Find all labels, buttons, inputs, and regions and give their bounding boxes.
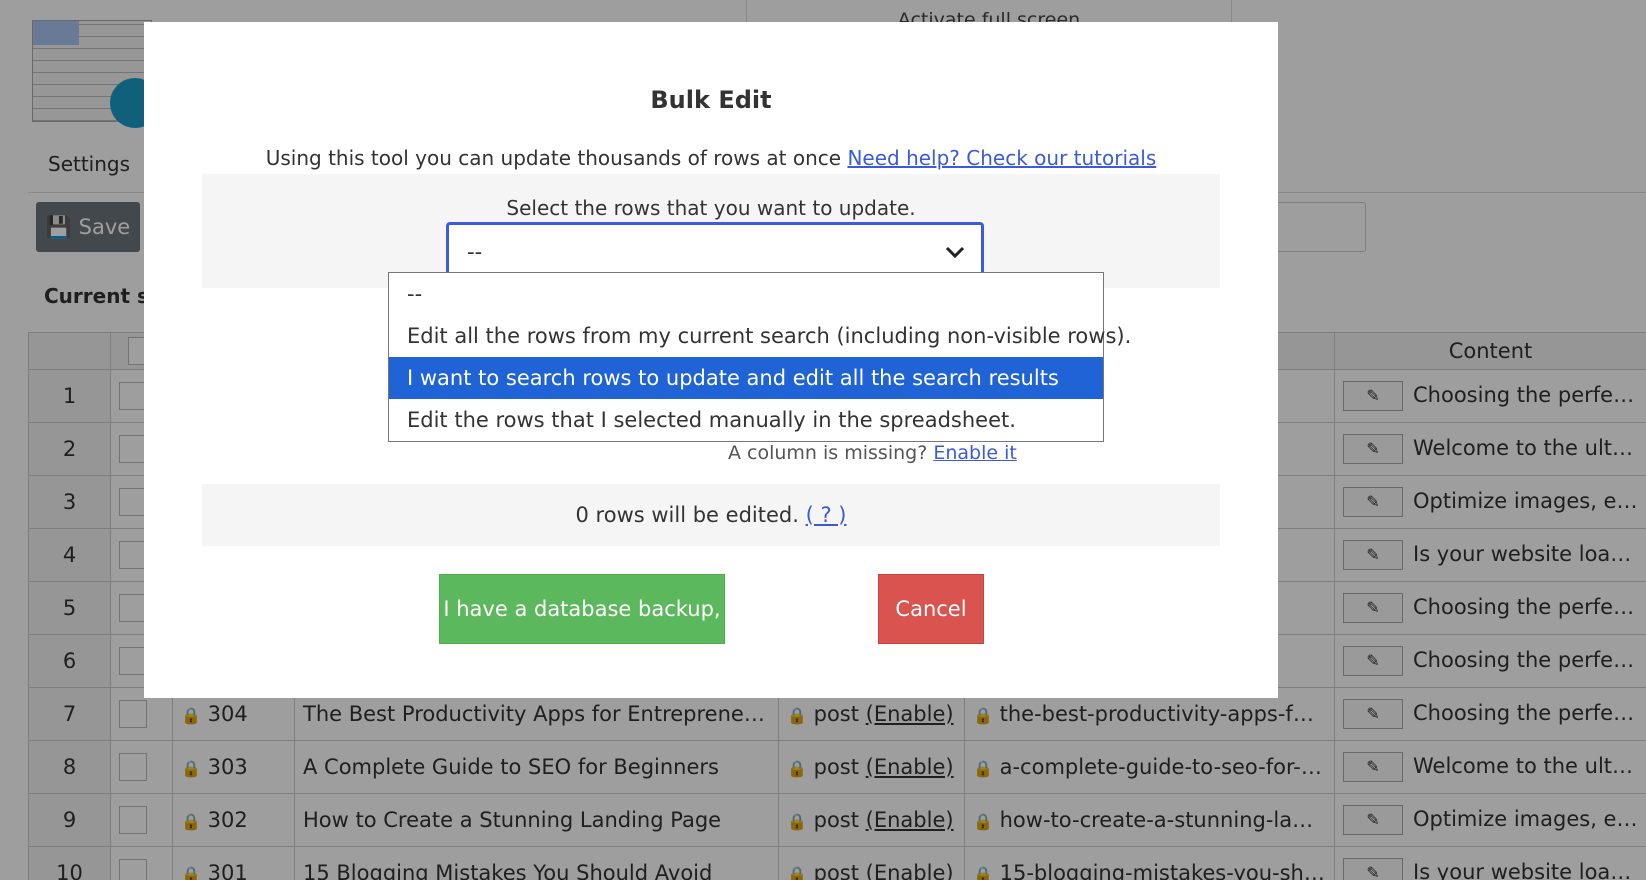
missing-column-note: A column is missing? Enable it <box>728 442 1017 464</box>
missing-column-text: A column is missing? <box>728 442 928 464</box>
description-text: Using this tool you can update thousands… <box>265 146 842 170</box>
row-selection-label: Select the rows that you want to update. <box>506 196 916 220</box>
dropdown-option[interactable]: Edit all the rows from my current search… <box>389 315 1131 357</box>
dropdown-option[interactable]: I want to search rows to update and edit… <box>389 357 1103 399</box>
rows-count-panel: 0 rows will be edited. ( ? ) <box>202 484 1220 546</box>
row-selection-value: -- <box>467 240 483 264</box>
cancel-button[interactable]: Cancel <box>878 574 984 644</box>
execute-now-button[interactable]: I have a database backup, Execute Now <box>439 574 725 689</box>
rows-count-help-link[interactable]: ( ? ) <box>806 503 847 527</box>
modal-description: Using this tool you can update thousands… <box>144 146 1278 170</box>
enable-column-link[interactable]: Enable it <box>933 442 1017 464</box>
rows-count-text: 0 rows will be edited. <box>575 503 799 527</box>
chevron-down-icon <box>945 246 965 259</box>
dropdown-option[interactable]: Edit the rows that I selected manually i… <box>389 399 1103 441</box>
row-selection-dropdown: -- Edit all the rows from my current sear… <box>388 272 1131 442</box>
dropdown-option[interactable]: -- <box>389 273 1103 315</box>
modal-title: Bulk Edit <box>650 86 772 114</box>
row-selection-panel: Select the rows that you want to update.… <box>202 174 1220 288</box>
help-tutorials-link[interactable]: Need help? Check our tutorials <box>847 146 1156 170</box>
